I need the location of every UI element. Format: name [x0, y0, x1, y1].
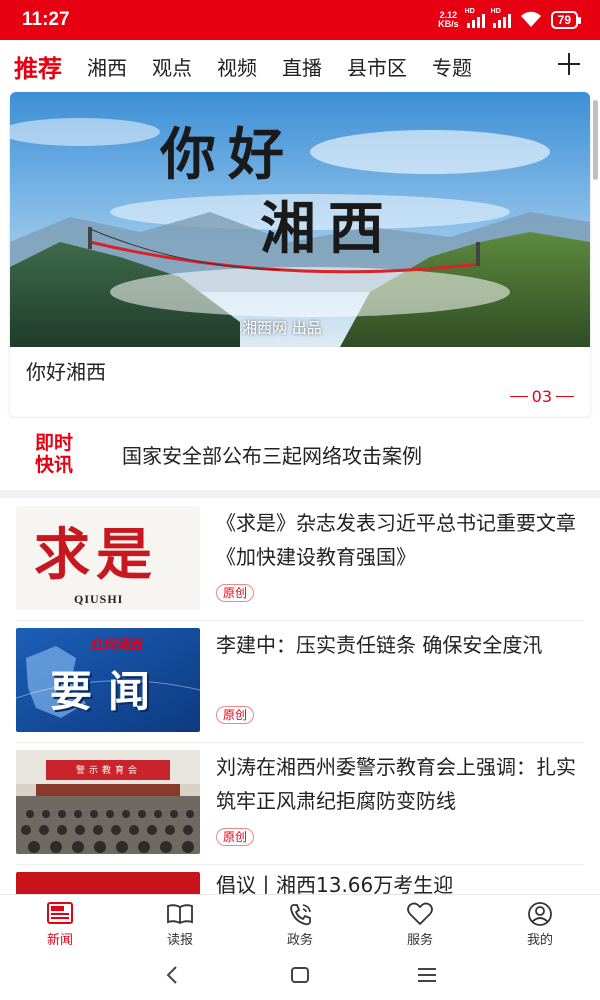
signal-icon: HD [465, 8, 485, 28]
tab-live[interactable]: 直播 [282, 52, 322, 81]
home-icon[interactable] [288, 963, 312, 987]
nav-news[interactable]: 新闻 [0, 895, 120, 950]
nav-label: 新闻 [46, 933, 73, 948]
list-divider [16, 864, 584, 865]
system-navigation [0, 950, 600, 1000]
net-speed: 2.12 KB/s [438, 11, 459, 29]
flash-news-text[interactable]: 国家安全部公布三起网络攻击案例 [122, 440, 422, 469]
add-channel-icon[interactable] [556, 51, 582, 77]
flash-label-line2: 快讯 [34, 454, 73, 476]
thumb-calligraphy: 求是 [34, 522, 158, 588]
section-divider [0, 490, 600, 498]
tab-video[interactable]: 视频 [217, 52, 257, 81]
thumb-subtext: QIUSHI [74, 592, 124, 606]
signal-icon-2: HD [491, 8, 511, 28]
banner-credit: 湘西网 出品 [242, 319, 322, 337]
list-divider [16, 620, 584, 621]
banner-card[interactable]: 你好 湘西 湘西网 出品 你好湘西 03 [10, 92, 590, 417]
news-item[interactable]: 倡议丨湘西13.66万考生迎 [16, 872, 584, 894]
news-title[interactable]: 李建中：压实责任链条 确保安全度汛 [216, 628, 586, 662]
original-badge: 原创 [216, 828, 255, 846]
back-icon[interactable] [161, 963, 185, 987]
news-title[interactable]: 《求是》杂志发表习近平总书记重要文章《加快建设教育强国》 [216, 506, 586, 574]
user-icon [528, 902, 552, 926]
original-badge: 原创 [216, 706, 255, 724]
thumb-calligraphy: 要闻 [50, 667, 167, 716]
menu-icon[interactable] [415, 963, 439, 987]
tab-xiangxi[interactable]: 湘西 [87, 52, 127, 81]
news-item[interactable]: 红网湘西 要闻 李建中：压实责任链条 确保安全度汛 原创 [16, 628, 584, 740]
banner-caption[interactable]: 你好湘西 [26, 356, 106, 385]
news-thumbnail [16, 872, 200, 894]
status-time: 11:27 [22, 9, 70, 30]
news-thumbnail: 红网湘西 要闻 [16, 628, 200, 732]
nav-services[interactable]: 服务 [360, 895, 480, 950]
tab-topics[interactable]: 专题 [432, 52, 472, 81]
battery-icon: 79 [550, 11, 582, 29]
bottom-navigation: 新闻 读报 政务 服务 我的 [0, 894, 600, 950]
wifi-icon [520, 11, 541, 27]
channel-tabs: 推荐 湘西 观点 视频 直播 县市区 专题 [0, 40, 600, 96]
banner-pager: 03 [509, 387, 574, 406]
banner-image: 你好 湘西 湘西网 出品 [10, 92, 590, 347]
news-thumbnail: 警示教育会 [16, 750, 200, 854]
flash-news-bar[interactable]: 即时 快讯 国家安全部公布三起网络攻击案例 [0, 418, 600, 490]
thumb-banner-text: 警示教育会 [76, 766, 142, 776]
nav-label: 服务 [406, 933, 433, 948]
status-indicators: 2.12 KB/s HD HD 79 [438, 8, 582, 29]
news-title[interactable]: 刘涛在湘西州委警示教育会上强调：扎实筑牢正风肃纪拒腐防变防线 [216, 750, 586, 818]
news-item[interactable]: 求是 QIUSHI 《求是》杂志发表习近平总书记重要文章《加快建设教育强国》 原… [16, 506, 584, 618]
list-divider [16, 742, 584, 743]
pager-line-left [509, 396, 528, 397]
hd-label-2: HD [490, 8, 501, 15]
nav-reader[interactable]: 读报 [120, 895, 240, 950]
flash-news-label: 即时 快讯 [0, 432, 108, 476]
nav-label: 政务 [286, 933, 313, 948]
pager-number: 03 [531, 387, 552, 406]
news-thumbnail: 求是 QIUSHI [16, 506, 200, 610]
nav-label: 读报 [166, 933, 193, 948]
original-badge: 原创 [216, 584, 255, 602]
phone-icon [290, 904, 311, 926]
newspaper-icon [47, 902, 73, 924]
thumb-brand: 红网湘西 [90, 638, 143, 653]
pager-line-right [556, 396, 574, 397]
news-title[interactable]: 倡议丨湘西13.66万考生迎 [216, 872, 584, 894]
paper-reader-icon [167, 904, 193, 925]
tab-opinion[interactable]: 观点 [152, 52, 192, 81]
nav-profile[interactable]: 我的 [480, 895, 600, 950]
hd-label: HD [464, 8, 475, 15]
tab-counties[interactable]: 县市区 [347, 52, 407, 81]
nav-label: 我的 [526, 933, 553, 948]
banner-image-text-1: 你好 [160, 122, 296, 188]
tab-recommend[interactable]: 推荐 [14, 49, 62, 96]
heart-icon [407, 902, 433, 925]
banner-image-text-2: 湘西 [260, 196, 396, 262]
news-item[interactable]: 警示教育会 刘涛在湘西州委警示教育会上强调：扎实筑牢正风肃纪拒腐防变防线 原创 [16, 750, 584, 862]
nav-government[interactable]: 政务 [240, 895, 360, 950]
scrollbar[interactable] [593, 100, 598, 180]
flash-label-line1: 即时 [34, 432, 73, 454]
net-speed-unit: KB/s [438, 19, 459, 29]
status-bar: 11:27 2.12 KB/s HD HD 79 [0, 0, 600, 40]
